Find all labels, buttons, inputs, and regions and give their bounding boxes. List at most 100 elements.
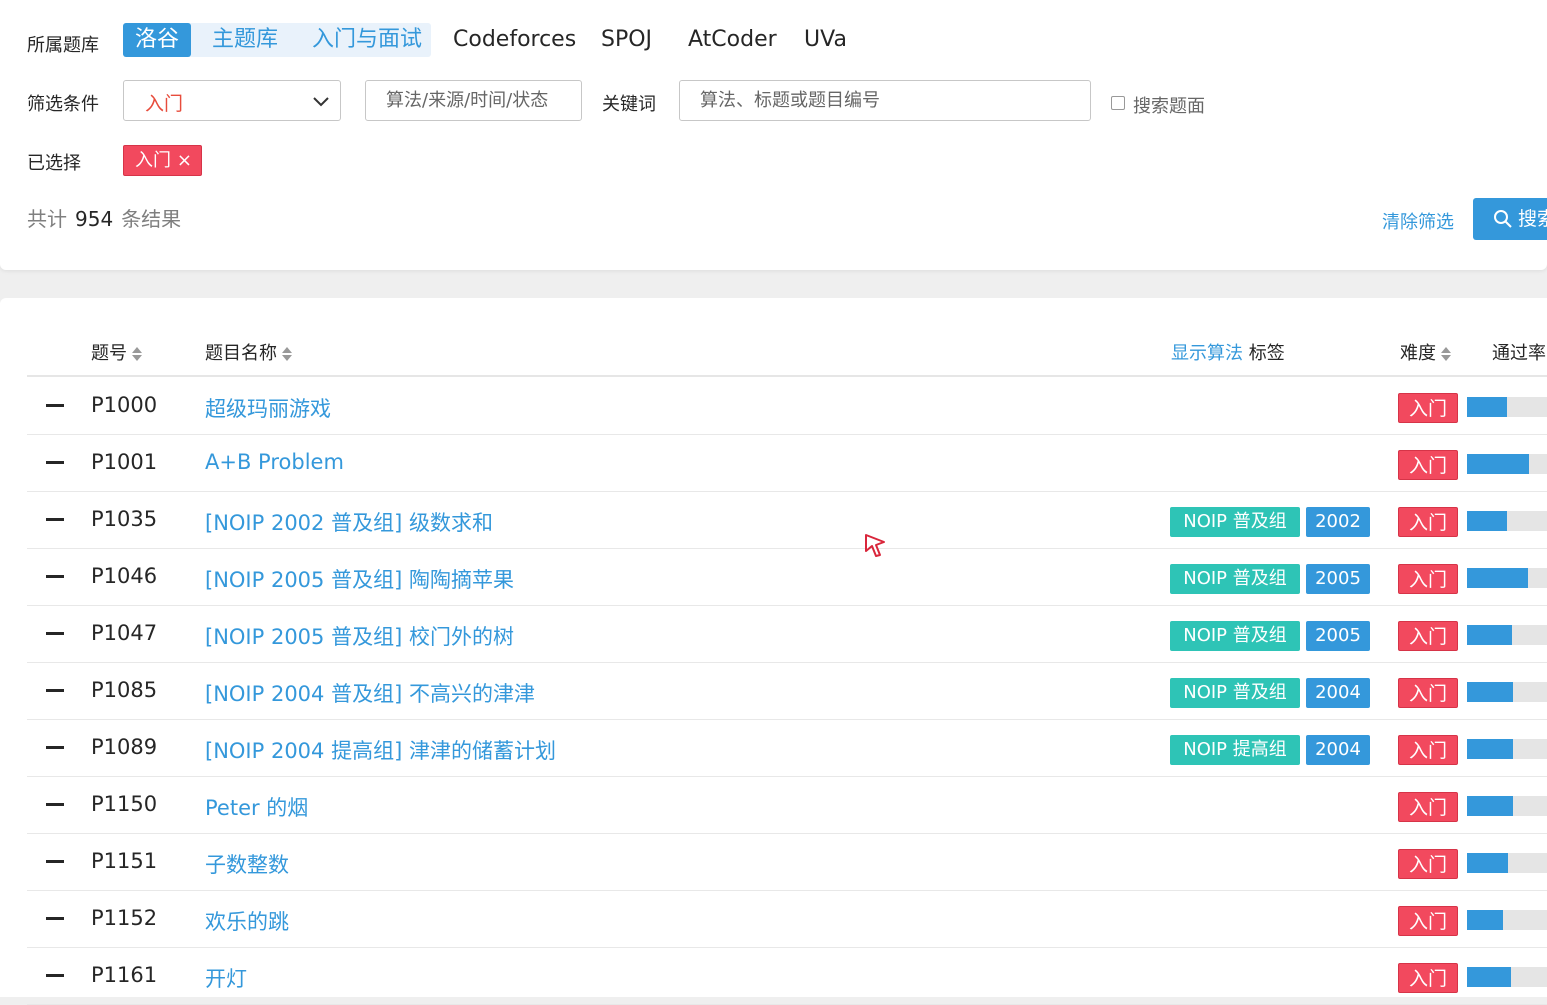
table-row[interactable]: P1089 [NOIP 2004 提高组] 津津的储蓄计划 NOIP 提高组 2004… [27, 719, 1547, 777]
problem-id: P1046 [91, 564, 158, 588]
source-tag[interactable]: NOIP 提高组 [1170, 735, 1300, 765]
search-icon [1494, 210, 1512, 228]
problem-title-link[interactable]: A+B Problem [205, 450, 344, 474]
condition-label: 筛选条件 [27, 94, 99, 115]
tab-luogu[interactable]: 洛谷 [123, 23, 192, 57]
status-dash-icon [46, 974, 64, 977]
table-row[interactable]: P1000 超级玛丽游戏 入门 [27, 377, 1547, 435]
difficulty-select-value: 入门 [145, 93, 184, 115]
pass-rate-bar [1467, 910, 1547, 930]
tab-spoj[interactable]: SPOJ [601, 23, 652, 57]
problem-title-link[interactable]: 欢乐的跳 [205, 906, 289, 936]
source-tag[interactable]: NOIP 普及组 [1170, 564, 1300, 594]
problem-id: P1150 [91, 792, 158, 816]
count-suffix: 条结果 [121, 207, 182, 231]
search-button-label: 搜索 [1518, 208, 1547, 230]
problem-title-link[interactable]: [NOIP 2005 普及组] 校门外的树 [205, 621, 514, 651]
tab-atcoder[interactable]: AtCoder [688, 23, 777, 57]
selected-chip[interactable]: 入门 × [123, 145, 202, 176]
difficulty-badge: 入门 [1398, 678, 1458, 708]
status-dash-icon [46, 518, 64, 521]
search-content-checkbox[interactable] [1111, 96, 1125, 110]
problem-title-link[interactable]: 超级玛丽游戏 [205, 393, 331, 423]
problem-title-link[interactable]: [NOIP 2005 普及组] 陶陶摘苹果 [205, 564, 514, 594]
table-row[interactable]: P1035 [NOIP 2002 普及组] 级数求和 NOIP 普及组 2002 入门 [27, 491, 1547, 549]
pass-rate-bar [1467, 739, 1547, 759]
pass-rate-fill [1467, 397, 1507, 417]
year-tag[interactable]: 2002 [1306, 507, 1370, 537]
close-icon[interactable]: × [177, 146, 192, 175]
column-header-pass-rate[interactable]: 通过率 [1492, 339, 1546, 365]
difficulty-badge: 入门 [1398, 792, 1458, 822]
status-dash-icon [46, 803, 64, 806]
status-dash-icon [46, 575, 64, 578]
show-algorithm-link[interactable]: 显示算法 [1171, 343, 1243, 364]
column-header-difficulty-label: 难度 [1400, 343, 1436, 364]
status-dash-icon [46, 632, 64, 635]
problem-title-link[interactable]: Peter 的烟 [205, 792, 308, 822]
sort-icon [282, 347, 292, 361]
column-header-difficulty[interactable]: 难度 [1400, 339, 1452, 365]
algorithm-filter-input[interactable] [365, 80, 582, 121]
table-row[interactable]: P1161 开灯 入门 [27, 947, 1547, 1005]
problem-title-link[interactable]: [NOIP 2004 提高组] 津津的储蓄计划 [205, 735, 556, 765]
pass-rate-fill [1467, 625, 1512, 645]
keyword-label: 关键词 [602, 94, 656, 115]
difficulty-select[interactable]: 入门 [123, 80, 341, 121]
difficulty-badge: 入门 [1398, 849, 1458, 879]
pass-rate-fill [1467, 511, 1507, 531]
table-row[interactable]: P1152 欢乐的跳 入门 [27, 890, 1547, 948]
problem-id: P1089 [91, 735, 158, 759]
pass-rate-bar [1467, 796, 1547, 816]
status-dash-icon [46, 689, 64, 692]
problem-title-link[interactable]: [NOIP 2002 普及组] 级数求和 [205, 507, 493, 537]
sort-icon [1441, 347, 1451, 361]
pass-rate-fill [1467, 682, 1513, 702]
keyword-input[interactable] [679, 80, 1091, 121]
table-row[interactable]: P1047 [NOIP 2005 普及组] 校门外的树 NOIP 普及组 2005 入门 [27, 605, 1547, 663]
status-dash-icon [46, 461, 64, 464]
pass-rate-bar [1467, 967, 1547, 987]
column-header-pid[interactable]: 题号 [91, 339, 143, 365]
table-row[interactable]: P1046 [NOIP 2005 普及组] 陶陶摘苹果 NOIP 普及组 2005 入门 [27, 548, 1547, 606]
search-content-label: 搜索题面 [1133, 96, 1205, 117]
column-header-tags: 显示算法 标签 [1171, 339, 1285, 365]
year-tag[interactable]: 2004 [1306, 735, 1370, 765]
column-header-title-label: 题目名称 [205, 343, 277, 364]
status-dash-icon [46, 746, 64, 749]
problem-id: P1152 [91, 906, 158, 930]
count-value: 954 [75, 207, 114, 231]
tab-intro-interview[interactable]: 入门与面试 [312, 23, 422, 57]
problem-title-link[interactable]: 子数整数 [205, 849, 289, 879]
tab-main-bank[interactable]: 主题库 [212, 23, 278, 57]
tab-codeforces[interactable]: Codeforces [453, 23, 576, 57]
source-tag[interactable]: NOIP 普及组 [1170, 621, 1300, 651]
year-tag[interactable]: 2005 [1306, 621, 1370, 651]
problem-id: P1151 [91, 849, 158, 873]
pass-rate-bar [1467, 568, 1547, 588]
problem-title-link[interactable]: 开灯 [205, 963, 247, 993]
problem-id: P1047 [91, 621, 158, 645]
table-row[interactable]: P1001 A+B Problem 入门 [27, 434, 1547, 492]
year-tag[interactable]: 2005 [1306, 564, 1370, 594]
source-tag[interactable]: NOIP 普及组 [1170, 507, 1300, 537]
problem-id: P1000 [91, 393, 158, 417]
pass-rate-fill [1467, 853, 1508, 873]
pass-rate-bar [1467, 625, 1547, 645]
difficulty-badge: 入门 [1398, 906, 1458, 936]
table-row[interactable]: P1150 Peter 的烟 入门 [27, 776, 1547, 834]
status-dash-icon [46, 917, 64, 920]
problem-id: P1001 [91, 450, 158, 474]
table-row[interactable]: P1085 [NOIP 2004 普及组] 不高兴的津津 NOIP 普及组 2004 入… [27, 662, 1547, 720]
difficulty-badge: 入门 [1398, 564, 1458, 594]
column-header-title[interactable]: 题目名称 [205, 339, 293, 365]
pass-rate-fill [1467, 739, 1513, 759]
table-row[interactable]: P1151 子数整数 入门 [27, 833, 1547, 891]
search-button[interactable]: 搜索 [1473, 198, 1547, 240]
source-tag[interactable]: NOIP 普及组 [1170, 678, 1300, 708]
problem-title-link[interactable]: [NOIP 2004 普及组] 不高兴的津津 [205, 678, 535, 708]
tab-uva[interactable]: UVa [804, 23, 847, 57]
year-tag[interactable]: 2004 [1306, 678, 1370, 708]
problem-id: P1035 [91, 507, 158, 531]
clear-filters-link[interactable]: 清除筛选 [1382, 208, 1454, 234]
